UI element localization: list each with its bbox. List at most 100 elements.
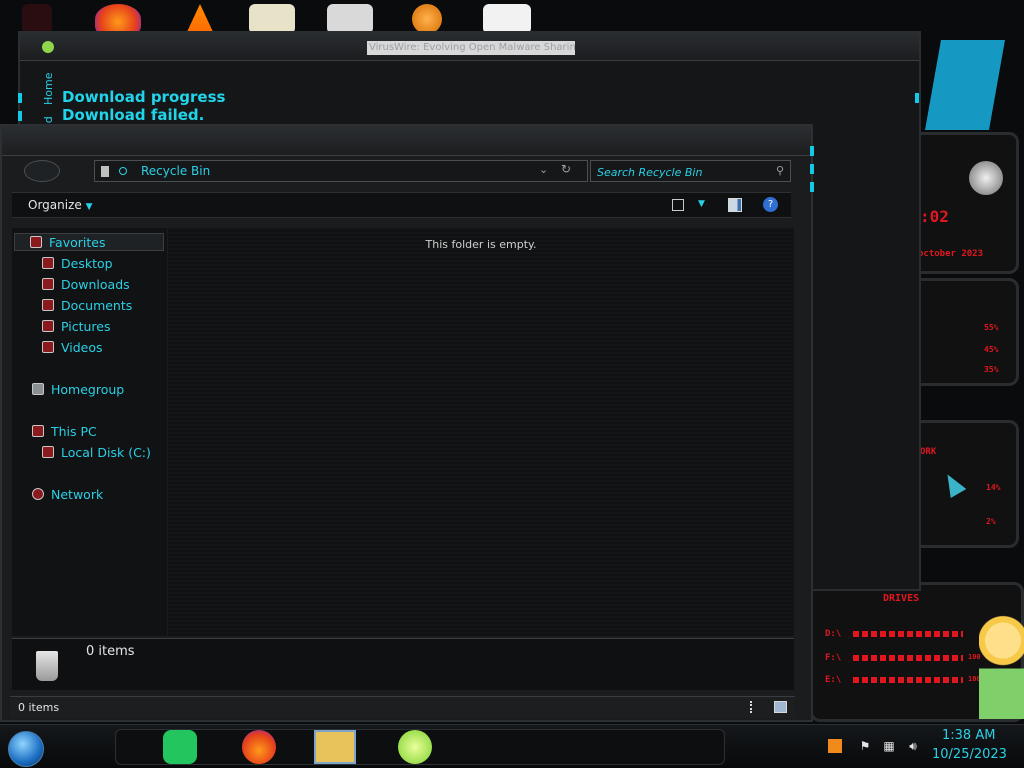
- flag-icon[interactable]: ⚑: [858, 739, 872, 753]
- drive-letter-1: D:\: [825, 629, 842, 639]
- java-icon[interactable]: [483, 4, 531, 34]
- nav-homegroup-label: Homegroup: [51, 382, 125, 397]
- file-list[interactable]: This folder is empty.: [168, 228, 794, 636]
- details-item-count: 0 items: [86, 644, 135, 659]
- nav-desktop-label: Desktop: [61, 256, 113, 271]
- homegroup-icon: [32, 383, 44, 395]
- search-input[interactable]: [591, 162, 771, 183]
- nav-downloads-label: Downloads: [61, 277, 130, 292]
- start-button[interactable]: [8, 731, 44, 767]
- status-bar: 0 items: [10, 696, 795, 718]
- details-pane: 0 items: [12, 638, 794, 690]
- app-icon-5[interactable]: [327, 4, 373, 34]
- nav-desktop[interactable]: Desktop: [42, 256, 113, 271]
- search-box[interactable]: ⚲: [590, 160, 791, 183]
- empty-folder-message: This folder is empty.: [425, 238, 537, 251]
- cursor-icon: [939, 469, 967, 499]
- nav-homegroup[interactable]: Homegroup: [32, 382, 124, 397]
- nav-downloads[interactable]: Downloads: [42, 277, 130, 292]
- nav-videos[interactable]: Videos: [42, 340, 103, 355]
- window-icon: [42, 41, 54, 53]
- command-bar: Organize ▼ ▼ ?: [12, 192, 791, 218]
- nav-videos-label: Videos: [61, 340, 103, 355]
- clock-date[interactable]: 10/25/2023: [932, 747, 1007, 762]
- net-value-2: 2%: [986, 517, 996, 526]
- nav-dot-icon: [119, 167, 127, 175]
- back-button[interactable]: [24, 160, 60, 182]
- cpu-value-2: 45%: [984, 345, 999, 354]
- frame-accent: [810, 146, 814, 156]
- help-icon[interactable]: ?: [763, 197, 778, 212]
- firefox-icon[interactable]: [95, 4, 141, 34]
- thumbnail-view-icon[interactable]: [774, 701, 787, 713]
- nav-local-disk-label: Local Disk (C:): [61, 445, 151, 460]
- nav-network[interactable]: Network: [32, 487, 103, 502]
- downloads-icon: [42, 278, 54, 290]
- address-bar[interactable]: Recycle Bin ⌄ ↻: [94, 160, 588, 182]
- frame-accent: [18, 93, 22, 103]
- documents-icon: [42, 299, 54, 311]
- clock-time[interactable]: 1:38 AM: [942, 728, 995, 743]
- address-text: Recycle Bin: [141, 164, 211, 178]
- app-tray-icon[interactable]: [828, 739, 842, 753]
- wallpaper-shape: [925, 40, 1005, 130]
- network-icon[interactable]: ▦: [882, 739, 896, 753]
- computer-icon: [32, 425, 44, 437]
- nav-favorites[interactable]: Favorites: [30, 235, 105, 250]
- app-icon-1[interactable]: [22, 4, 52, 34]
- cpu-gadget: 55% 45% 35%: [911, 278, 1019, 386]
- preview-pane-icon[interactable]: [728, 198, 742, 212]
- drive-icon: [42, 446, 54, 458]
- view-options-icon[interactable]: [672, 199, 684, 211]
- status-item-count: 0 items: [18, 701, 60, 714]
- drives-gadget: DRIVES D:\ F:\ 100 E:\ 100: [810, 582, 1024, 722]
- drive-bar-3: [853, 677, 963, 683]
- drive-bar-1: [853, 631, 963, 637]
- gadget-panel: :02 october 2023 55% 45% 35% ORK 14% 2%: [905, 128, 1024, 598]
- videos-icon: [42, 341, 54, 353]
- explorer-window[interactable]: Recycle Bin ⌄ ↻ ⚲ Organize ▼ ▼ ? Favorit…: [0, 124, 814, 722]
- cpu-value-3: 35%: [984, 365, 999, 374]
- organize-button[interactable]: Organize ▼: [28, 198, 93, 212]
- file-explorer-icon[interactable]: [314, 730, 356, 764]
- network-gadget: ORK 14% 2%: [911, 420, 1019, 548]
- taskbar: ⚑ ▦ 🔊︎ 1:38 AM 10/25/2023: [0, 724, 1024, 768]
- recycle-bin-icon: [101, 166, 109, 177]
- frame-accent: [810, 182, 814, 192]
- drive-letter-2: F:\: [825, 653, 842, 663]
- download-progress-heading: Download progress: [62, 88, 226, 106]
- drive-bar-2: [853, 655, 963, 661]
- chevron-down-icon: ▼: [85, 202, 93, 212]
- network-icon: [32, 488, 44, 500]
- explorer-titlebar[interactable]: [2, 126, 811, 156]
- nav-this-pc[interactable]: This PC: [32, 424, 97, 439]
- volume-icon[interactable]: 🔊︎: [906, 739, 920, 753]
- gadget-date: october 2023: [918, 249, 984, 259]
- net-value-1: 14%: [986, 483, 1001, 492]
- nav-documents[interactable]: Documents: [42, 298, 132, 313]
- nav-network-label: Network: [51, 487, 104, 502]
- firefox-icon[interactable]: [242, 730, 276, 764]
- alien-icon: [969, 161, 1003, 195]
- chevron-down-icon[interactable]: ⌄: [539, 163, 548, 176]
- search-icon[interactable]: ⚲: [776, 164, 784, 177]
- nav-pictures[interactable]: Pictures: [42, 319, 111, 334]
- nav-local-disk[interactable]: Local Disk (C:): [42, 445, 151, 460]
- notes-app-icon[interactable]: [163, 730, 197, 764]
- drives-label: DRIVES: [883, 593, 920, 604]
- nav-pictures-label: Pictures: [61, 319, 111, 334]
- nav-favorites-label: Favorites: [49, 235, 106, 250]
- chevron-down-icon[interactable]: ▼: [698, 199, 705, 209]
- lime-app-icon[interactable]: [398, 730, 432, 764]
- pictures-icon: [42, 320, 54, 332]
- organize-label: Organize: [28, 198, 82, 212]
- details-view-icon[interactable]: [750, 701, 760, 713]
- star-icon: [30, 236, 42, 248]
- drive-letter-3: E:\: [825, 675, 842, 685]
- tab-home[interactable]: Home: [42, 69, 64, 109]
- app-icon-6[interactable]: [412, 4, 442, 34]
- app-icon-4[interactable]: [249, 4, 295, 34]
- browser-titlebar[interactable]: VirusWire: Evolving Open Malware Sharing: [20, 33, 919, 61]
- vlc-icon[interactable]: [186, 4, 214, 34]
- refresh-icon[interactable]: ↻: [561, 162, 571, 176]
